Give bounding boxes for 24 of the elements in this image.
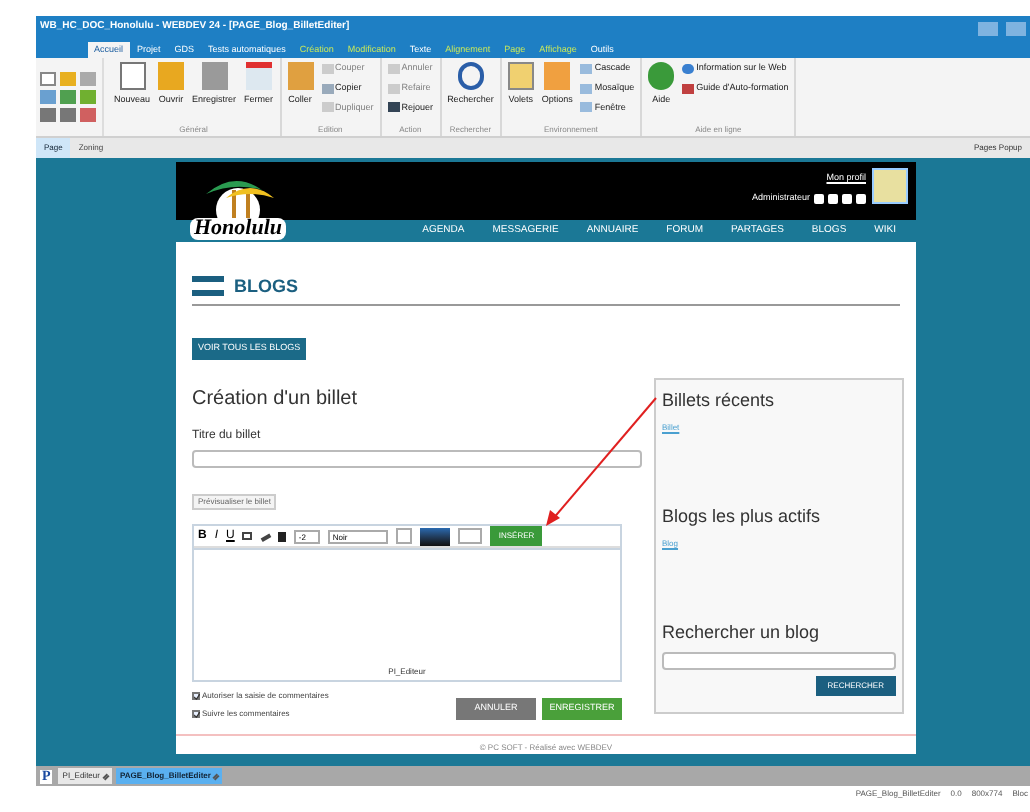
checkbox[interactable] (192, 710, 200, 718)
section-title: Blogs les plus actifs (662, 504, 823, 530)
file-icon[interactable] (40, 72, 56, 86)
image-placeholder (420, 527, 451, 545)
search-input-field[interactable] (662, 651, 896, 669)
color-swatch[interactable] (396, 528, 413, 544)
checkbox[interactable] (192, 692, 200, 700)
form-title: Création d'un billet (192, 386, 360, 414)
menu-icon (192, 276, 224, 297)
minimize-button[interactable] (978, 21, 998, 35)
help-icon[interactable] (648, 62, 675, 90)
search-icon[interactable] (457, 62, 484, 90)
globe-icon[interactable] (682, 63, 695, 74)
photo-placeholder (872, 168, 908, 204)
page-heading: BLOGS (234, 273, 299, 299)
image-icon[interactable] (242, 532, 253, 540)
maximize-button[interactable] (1006, 21, 1026, 35)
logo-text: Honolulu (189, 218, 287, 240)
title-input-field[interactable] (192, 450, 642, 468)
section-title: Billets récents (662, 388, 777, 414)
input-field[interactable] (458, 528, 483, 544)
section-title: Rechercher un blog (662, 620, 822, 646)
annotation-arrow (540, 396, 660, 528)
file-icon[interactable] (119, 62, 145, 90)
